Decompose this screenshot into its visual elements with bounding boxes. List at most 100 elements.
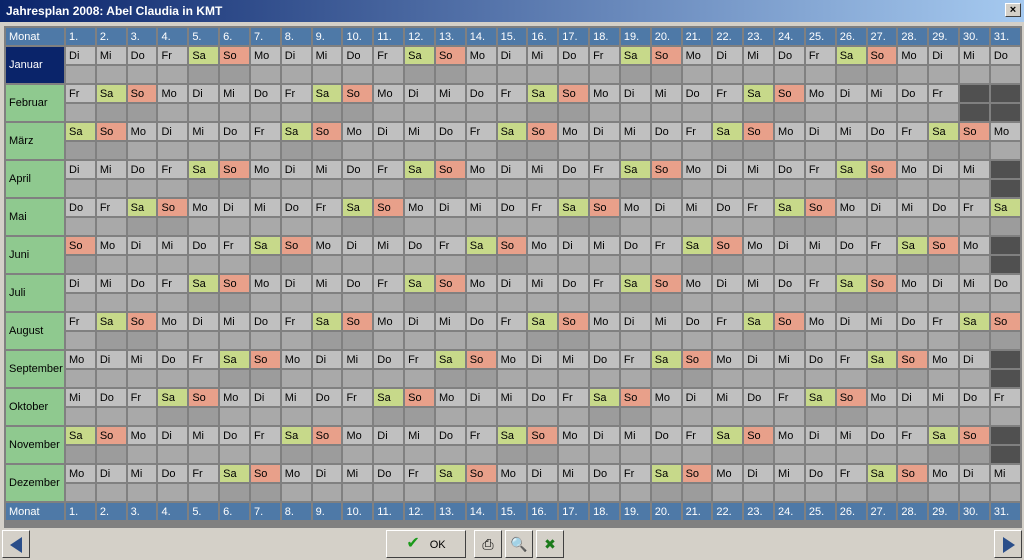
weekday-cell[interactable]: Fr (805, 275, 835, 292)
weekday-cell[interactable]: Do (651, 427, 681, 444)
shift-cell[interactable] (220, 294, 249, 311)
weekday-cell[interactable]: Mi (898, 199, 928, 216)
weekday-cell[interactable]: So (466, 465, 496, 482)
shift-cell[interactable] (898, 256, 928, 273)
shift-cell[interactable] (127, 484, 157, 501)
shift-cell[interactable] (343, 332, 373, 349)
weekday-cell[interactable]: Di (189, 85, 219, 102)
weekday-cell[interactable]: Mo (405, 199, 434, 216)
weekday-cell[interactable]: Mi (66, 389, 95, 406)
weekday-cell[interactable]: Sa (158, 389, 188, 406)
shift-cell[interactable] (620, 180, 650, 197)
shift-cell[interactable] (405, 332, 434, 349)
shift-cell[interactable] (651, 218, 681, 235)
shift-cell[interactable] (805, 294, 835, 311)
weekday-cell[interactable]: Mo (559, 123, 589, 140)
weekday-cell[interactable]: Di (744, 465, 774, 482)
shift-cell[interactable] (805, 370, 835, 387)
shift-cell[interactable] (66, 104, 95, 121)
shift-cell[interactable] (281, 218, 311, 235)
shift-cell[interactable] (466, 142, 496, 159)
shift-cell[interactable] (528, 484, 558, 501)
shift-cell[interactable] (775, 104, 804, 121)
weekday-cell[interactable]: Mo (590, 85, 619, 102)
shift-cell[interactable] (960, 446, 989, 463)
weekday-cell[interactable]: So (867, 275, 897, 292)
month-label[interactable]: Dezember (6, 465, 64, 501)
weekday-cell[interactable]: Sa (66, 427, 95, 444)
shift-cell[interactable] (744, 256, 774, 273)
weekday-cell[interactable]: Fr (158, 275, 188, 292)
weekday-cell[interactable]: Mi (775, 465, 804, 482)
weekday-cell[interactable]: Fr (250, 427, 280, 444)
shift-cell[interactable] (559, 142, 589, 159)
shift-cell[interactable] (66, 218, 95, 235)
weekday-cell[interactable]: Di (682, 389, 712, 406)
weekday-cell[interactable]: So (281, 237, 311, 254)
shift-cell[interactable] (466, 408, 496, 425)
shift-cell[interactable] (96, 66, 126, 83)
weekday-cell[interactable]: So (374, 199, 404, 216)
shift-cell[interactable] (405, 142, 434, 159)
shift-cell[interactable] (867, 408, 897, 425)
shift-cell[interactable] (775, 256, 804, 273)
weekday-cell[interactable]: Fr (405, 351, 434, 368)
shift-cell[interactable] (189, 180, 219, 197)
shift-cell[interactable] (250, 104, 280, 121)
weekday-cell[interactable]: So (651, 275, 681, 292)
weekday-cell[interactable]: Di (559, 237, 589, 254)
shift-cell[interactable] (775, 180, 804, 197)
shift-cell[interactable] (189, 294, 219, 311)
weekday-cell[interactable]: Sa (836, 161, 866, 178)
weekday-cell[interactable]: Mo (158, 85, 188, 102)
weekday-cell[interactable]: Di (405, 85, 434, 102)
shift-cell[interactable] (374, 256, 404, 273)
shift-cell[interactable] (898, 332, 928, 349)
weekday-cell[interactable]: Di (281, 275, 311, 292)
weekday-cell[interactable]: Mo (713, 465, 743, 482)
weekday-cell[interactable]: Mi (435, 313, 465, 330)
weekday-cell[interactable]: Do (374, 465, 404, 482)
weekday-cell[interactable]: Mi (220, 85, 249, 102)
shift-cell[interactable] (775, 142, 804, 159)
shift-cell[interactable] (682, 180, 712, 197)
weekday-cell[interactable]: Do (775, 275, 804, 292)
shift-cell[interactable] (343, 180, 373, 197)
weekday-cell[interactable]: Do (744, 389, 774, 406)
shift-cell[interactable] (127, 446, 157, 463)
shift-cell[interactable] (620, 446, 650, 463)
weekday-cell[interactable]: Do (497, 199, 527, 216)
weekday-cell[interactable]: So (990, 313, 1020, 330)
shift-cell[interactable] (497, 142, 527, 159)
weekday-cell[interactable]: Mi (836, 123, 866, 140)
shift-cell[interactable] (435, 218, 465, 235)
shift-cell[interactable] (559, 66, 589, 83)
shift-cell[interactable] (836, 446, 866, 463)
shift-cell[interactable] (435, 446, 465, 463)
weekday-cell[interactable]: Di (713, 275, 743, 292)
weekday-cell[interactable]: So (651, 161, 681, 178)
shift-cell[interactable] (682, 484, 712, 501)
shift-cell[interactable] (929, 332, 959, 349)
shift-cell[interactable] (220, 142, 249, 159)
weekday-cell[interactable]: So (929, 237, 959, 254)
shift-cell[interactable] (343, 408, 373, 425)
shift-cell[interactable] (189, 446, 219, 463)
shift-cell[interactable] (96, 294, 126, 311)
weekday-cell[interactable]: Mi (405, 123, 434, 140)
weekday-cell[interactable]: Do (990, 47, 1020, 64)
weekday-cell[interactable]: Mo (929, 465, 959, 482)
shift-cell[interactable] (775, 294, 804, 311)
shift-cell[interactable] (929, 66, 959, 83)
weekday-cell[interactable]: So (559, 313, 589, 330)
shift-cell[interactable] (528, 332, 558, 349)
weekday-cell[interactable]: Fr (66, 313, 95, 330)
weekday-cell[interactable]: So (960, 123, 989, 140)
shift-cell[interactable] (805, 104, 835, 121)
shift-cell[interactable] (343, 66, 373, 83)
shift-cell[interactable] (960, 484, 989, 501)
empty-cell[interactable] (960, 104, 989, 121)
shift-cell[interactable] (836, 66, 866, 83)
empty-cell[interactable] (990, 237, 1020, 254)
weekday-cell[interactable]: Di (898, 389, 928, 406)
